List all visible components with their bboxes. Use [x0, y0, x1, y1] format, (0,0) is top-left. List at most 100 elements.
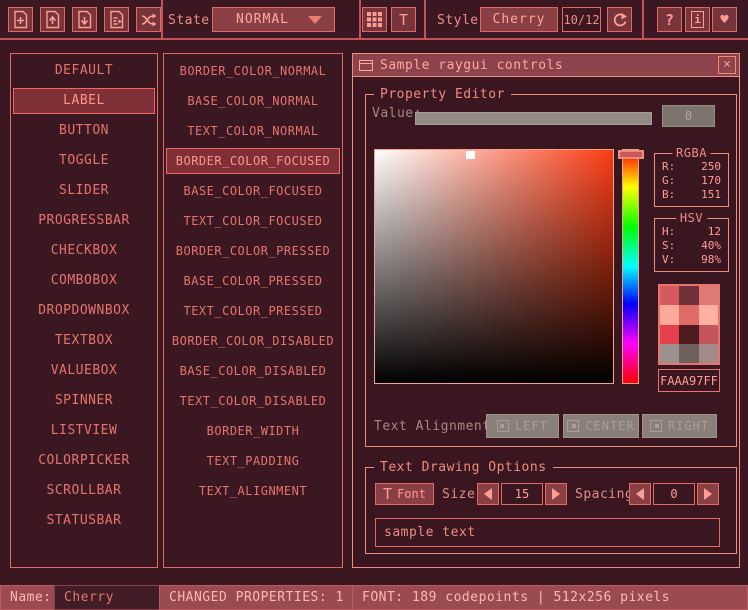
align-left-icon — [497, 420, 509, 432]
control-item-progressbar[interactable]: PROGRESSBAR — [11, 206, 157, 236]
palette-cell-1[interactable] — [679, 286, 698, 305]
sample-text-input[interactable]: sample text — [375, 518, 720, 547]
property-item-text_padding[interactable]: TEXT_PADDING — [164, 446, 342, 476]
property-item-base_color_normal[interactable]: BASE_COLOR_NORMAL — [164, 86, 342, 116]
control-item-checkbox[interactable]: CHECKBOX — [11, 236, 157, 266]
new-style-button[interactable] — [8, 7, 33, 32]
control-item-dropdownbox[interactable]: DROPDOWNBOX — [11, 296, 157, 326]
control-item-label[interactable]: LABEL — [13, 88, 155, 114]
property-item-border_color_pressed[interactable]: BORDER_COLOR_PRESSED — [164, 236, 342, 266]
about-button[interactable]: i — [685, 7, 710, 32]
palette-cell-11[interactable] — [699, 344, 718, 363]
window-icon — [359, 60, 373, 71]
statusbar-font-info: FONT: 189 codepoints | 512x256 pixels — [352, 585, 748, 610]
palette-cell-4[interactable] — [679, 305, 698, 324]
control-item-statusbar[interactable]: STATUSBAR — [11, 506, 157, 536]
palette-cell-3[interactable] — [660, 305, 679, 324]
align-center-button[interactable]: CENTER — [563, 414, 639, 438]
reload-icon — [612, 12, 628, 28]
control-item-textbox[interactable]: TEXTBOX — [11, 326, 157, 356]
window-title: Sample raygui controls — [380, 58, 563, 73]
value-slider[interactable] — [415, 112, 652, 125]
info-icon: i — [691, 11, 704, 28]
control-item-spinner[interactable]: SPINNER — [11, 386, 157, 416]
export-file-icon — [108, 10, 125, 29]
palette-cell-10[interactable] — [679, 344, 698, 363]
style-index-button[interactable]: 10/12 — [562, 7, 601, 32]
align-right-button[interactable]: RIGHT — [642, 414, 717, 438]
control-item-toggle[interactable]: TOGGLE — [11, 146, 157, 176]
style-name-input[interactable]: Cherry — [54, 585, 160, 610]
size-value-box[interactable]: 15 — [501, 483, 543, 505]
help-button[interactable]: ? — [657, 7, 682, 32]
palette-cell-7[interactable] — [679, 325, 698, 344]
hue-bar-handle[interactable] — [618, 150, 644, 159]
size-increment-button[interactable] — [545, 483, 567, 505]
control-item-valuebox[interactable]: VALUEBOX — [11, 356, 157, 386]
rgba-title: RGBA — [672, 146, 711, 160]
text-preview-button[interactable]: T — [391, 7, 416, 32]
hue-bar[interactable] — [622, 149, 639, 384]
state-dropdown-value: NORMAL — [236, 12, 289, 27]
control-item-button[interactable]: BUTTON — [11, 116, 157, 146]
window-titlebar[interactable]: Sample raygui controls × — [353, 54, 739, 77]
palette-cell-5[interactable] — [699, 305, 718, 324]
size-decrement-button[interactable] — [477, 483, 499, 505]
color-picker-cursor[interactable] — [466, 151, 475, 159]
control-item-colorpicker[interactable]: COLORPICKER — [11, 446, 157, 476]
open-style-button[interactable] — [40, 7, 65, 32]
palette-cell-8[interactable] — [699, 325, 718, 344]
sponsor-button[interactable]: ♥ — [712, 7, 737, 32]
property-item-base_color_pressed[interactable]: BASE_COLOR_PRESSED — [164, 266, 342, 296]
property-item-border_color_normal[interactable]: BORDER_COLOR_NORMAL — [164, 56, 342, 86]
property-editor-title: Property Editor — [374, 87, 511, 102]
random-style-button[interactable] — [136, 7, 161, 32]
state-label: State: — [168, 13, 218, 28]
property-item-text_color_focused[interactable]: TEXT_COLOR_FOCUSED — [164, 206, 342, 236]
text-alignment-label: Text Alignment: — [374, 419, 499, 434]
close-icon[interactable]: × — [718, 56, 736, 74]
state-dropdown[interactable]: NORMAL — [212, 7, 335, 32]
export-style-button[interactable] — [104, 7, 129, 32]
property-item-text_color_pressed[interactable]: TEXT_COLOR_PRESSED — [164, 296, 342, 326]
property-item-border_width[interactable]: BORDER_WIDTH — [164, 416, 342, 446]
text-tool-icon: T — [399, 11, 408, 29]
statusbar-name-label: Name: — [0, 585, 55, 610]
control-item-listview[interactable]: LISTVIEW — [11, 416, 157, 446]
color-palette — [658, 284, 720, 365]
color-picker-panel[interactable] — [374, 149, 614, 384]
reload-style-button[interactable] — [607, 7, 632, 32]
property-item-base_color_disabled[interactable]: BASE_COLOR_DISABLED — [164, 356, 342, 386]
hsv-row-v: V:98% — [655, 253, 728, 267]
align-left-button[interactable]: LEFT — [486, 414, 559, 438]
grid-icon — [367, 12, 382, 27]
rgba-row-r: R:250 — [655, 160, 728, 174]
toolbar-divider — [161, 0, 163, 38]
font-button[interactable]: T Font — [375, 483, 434, 505]
spacing-decrement-button[interactable] — [629, 483, 651, 505]
spacing-value-box[interactable]: 0 — [653, 483, 695, 505]
save-style-button[interactable] — [72, 7, 97, 32]
grid-toggle-button[interactable] — [362, 7, 387, 32]
control-item-slider[interactable]: SLIDER — [11, 176, 157, 206]
palette-cell-2[interactable] — [699, 286, 718, 305]
property-item-text_color_normal[interactable]: TEXT_COLOR_NORMAL — [164, 116, 342, 146]
value-box[interactable]: 0 — [662, 105, 715, 127]
text-tool-icon: T — [383, 485, 392, 503]
control-item-scrollbar[interactable]: SCROLLBAR — [11, 476, 157, 506]
control-item-combobox[interactable]: COMBOBOX — [11, 266, 157, 296]
palette-cell-0[interactable] — [660, 286, 679, 305]
control-item-default[interactable]: DEFAULT — [11, 56, 157, 86]
palette-cell-9[interactable] — [660, 344, 679, 363]
property-item-border_color_focused[interactable]: BORDER_COLOR_FOCUSED — [166, 148, 340, 174]
style-combobox[interactable]: Cherry — [480, 7, 558, 32]
rgba-row-b: B:151 — [655, 188, 728, 202]
property-item-border_color_disabled[interactable]: BORDER_COLOR_DISABLED — [164, 326, 342, 356]
palette-cell-6[interactable] — [660, 325, 679, 344]
property-item-text_color_disabled[interactable]: TEXT_COLOR_DISABLED — [164, 386, 342, 416]
hex-color-input[interactable]: FAAA97FF — [658, 369, 720, 392]
property-item-base_color_focused[interactable]: BASE_COLOR_FOCUSED — [164, 176, 342, 206]
chevron-down-icon — [308, 16, 322, 24]
spacing-increment-button[interactable] — [697, 483, 719, 505]
property-item-text_alignment[interactable]: TEXT_ALIGNMENT — [164, 476, 342, 506]
